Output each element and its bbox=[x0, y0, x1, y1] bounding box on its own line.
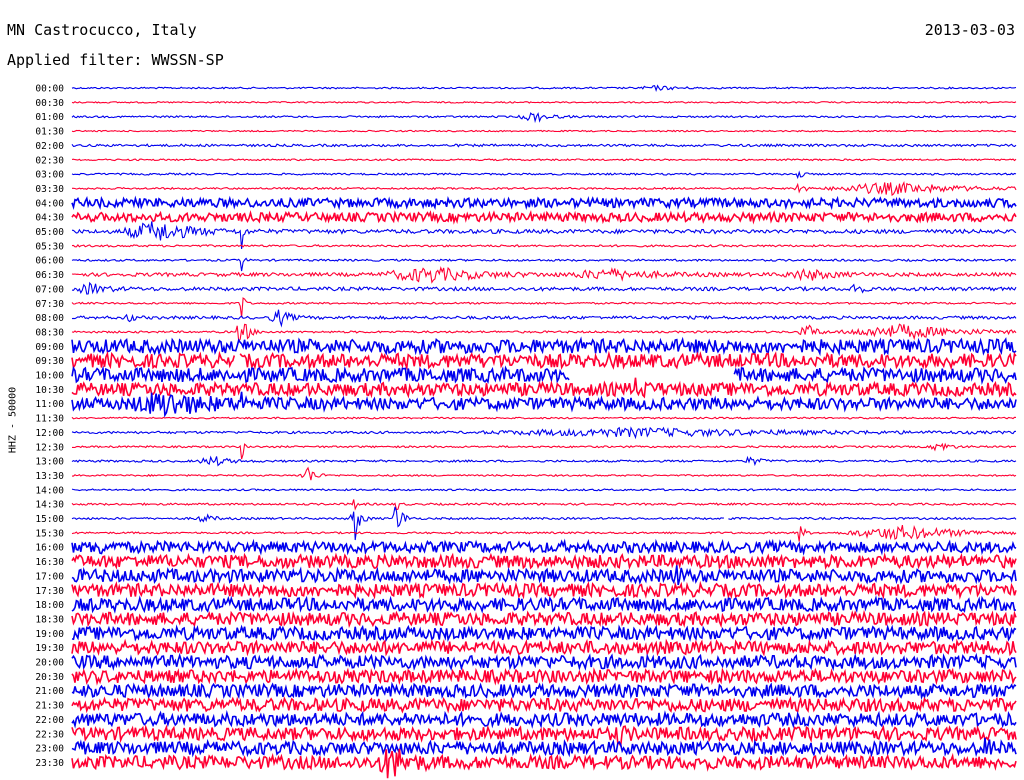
row-time-label: 11:30 bbox=[35, 414, 64, 425]
trace-row-0100 bbox=[71, 112, 1017, 124]
row-time-label: 14:30 bbox=[35, 500, 64, 511]
row-time-label: 14:00 bbox=[35, 485, 64, 496]
row-time-label: 23:00 bbox=[35, 744, 64, 755]
trace-row-1930 bbox=[71, 638, 1017, 657]
trace-row-0830 bbox=[71, 323, 1017, 343]
row-time-label: 12:30 bbox=[35, 442, 64, 453]
row-time-label: 03:30 bbox=[35, 184, 64, 195]
trace-row-1230 bbox=[72, 442, 1017, 460]
row-time-label: 19:30 bbox=[35, 643, 64, 654]
row-time-label: 01:30 bbox=[35, 127, 64, 138]
trace-row-0800 bbox=[71, 309, 1017, 328]
trace-row-0600 bbox=[71, 257, 1017, 272]
trace-row-2000 bbox=[71, 652, 1017, 672]
row-time-label: 23:30 bbox=[35, 758, 64, 769]
trace-row-0330 bbox=[72, 180, 1017, 197]
trace-row-1330 bbox=[72, 466, 1017, 481]
trace-row-1100 bbox=[71, 391, 1017, 418]
row-time-label: 09:30 bbox=[35, 356, 64, 367]
row-time-label: 07:30 bbox=[35, 299, 64, 310]
trace-row-1200 bbox=[71, 426, 1017, 440]
row-time-label: 08:00 bbox=[35, 313, 64, 324]
trace-row-0030 bbox=[71, 100, 1017, 104]
trace-row-2100 bbox=[71, 681, 1017, 700]
row-time-label: 11:00 bbox=[35, 399, 64, 410]
row-time-label: 00:30 bbox=[35, 98, 64, 109]
trace-row-1730 bbox=[71, 580, 1017, 600]
trace-row-0400 bbox=[71, 195, 1017, 211]
row-time-label: 15:30 bbox=[35, 528, 64, 539]
trace-row-0630 bbox=[71, 266, 1017, 284]
row-time-label: 05:30 bbox=[35, 241, 64, 252]
row-time-label: 07:00 bbox=[35, 284, 64, 295]
row-time-label: 20:30 bbox=[35, 672, 64, 683]
row-time-label: 15:00 bbox=[35, 514, 64, 525]
trace-row-2330 bbox=[71, 748, 1017, 779]
trace-row-0230 bbox=[71, 158, 1017, 162]
trace-row-0930 bbox=[71, 350, 1017, 371]
row-time-label: 01:00 bbox=[35, 112, 64, 123]
trace-row-1300 bbox=[71, 455, 1017, 467]
trace-row-1500 bbox=[71, 506, 1017, 541]
row-time-label: 18:00 bbox=[35, 600, 64, 611]
trace-row-1000 bbox=[71, 365, 1017, 385]
row-time-label: 04:30 bbox=[35, 213, 64, 224]
trace-row-1630 bbox=[71, 552, 1017, 571]
row-time-label: 06:00 bbox=[35, 256, 64, 267]
trace-row-1830 bbox=[71, 609, 1017, 629]
trace-row-1800 bbox=[71, 595, 1017, 614]
trace-row-0000 bbox=[71, 84, 1017, 92]
row-time-label: 03:00 bbox=[35, 170, 64, 181]
row-time-label: 09:00 bbox=[35, 342, 64, 353]
row-time-label: 21:00 bbox=[35, 686, 64, 697]
row-time-label: 22:30 bbox=[35, 729, 64, 740]
trace-row-0130 bbox=[71, 129, 1017, 133]
row-time-label: 16:30 bbox=[35, 557, 64, 568]
trace-row-1700 bbox=[71, 565, 1017, 586]
trace-row-1530 bbox=[71, 524, 1017, 542]
row-time-label: 21:30 bbox=[35, 701, 64, 712]
trace-row-0700 bbox=[71, 281, 1017, 295]
trace-row-1130 bbox=[71, 416, 1017, 420]
trace-row-2200 bbox=[71, 709, 1017, 729]
trace-row-2130 bbox=[71, 696, 1017, 714]
row-time-label: 18:30 bbox=[35, 614, 64, 625]
trace-row-0300 bbox=[71, 170, 1017, 180]
row-time-label: 10:30 bbox=[35, 385, 64, 396]
row-time-label: 08:30 bbox=[35, 327, 64, 338]
row-time-label: 19:00 bbox=[35, 629, 64, 640]
trace-row-0530 bbox=[71, 244, 1017, 248]
trace-row-0500 bbox=[71, 221, 1017, 249]
trace-row-1030 bbox=[71, 377, 1017, 399]
row-time-label: 20:00 bbox=[35, 658, 64, 669]
row-time-label: 16:00 bbox=[35, 543, 64, 554]
row-time-label: 13:30 bbox=[35, 471, 64, 482]
row-time-label: 02:00 bbox=[35, 141, 64, 152]
trace-row-0730 bbox=[71, 297, 1017, 318]
row-time-label: 05:00 bbox=[35, 227, 64, 238]
trace-row-1600 bbox=[71, 538, 1017, 556]
trace-row-0900 bbox=[71, 336, 1017, 357]
row-time-label: 12:00 bbox=[35, 428, 64, 439]
row-time-label: 02:30 bbox=[35, 155, 64, 166]
trace-row-0200 bbox=[71, 143, 1017, 148]
row-time-label: 10:00 bbox=[35, 371, 64, 382]
row-time-label: 04:00 bbox=[35, 198, 64, 209]
row-time-label: 22:00 bbox=[35, 715, 64, 726]
trace-row-2030 bbox=[71, 667, 1017, 686]
trace-row-2300 bbox=[71, 737, 1017, 758]
row-time-label: 13:00 bbox=[35, 457, 64, 468]
trace-row-1430 bbox=[71, 499, 1017, 511]
trace-row-0430 bbox=[71, 209, 1017, 225]
row-time-label: 17:00 bbox=[35, 571, 64, 582]
trace-row-1400 bbox=[71, 488, 1017, 492]
row-time-label: 17:30 bbox=[35, 586, 64, 597]
row-time-label: 06:30 bbox=[35, 270, 64, 281]
row-time-label: 00:00 bbox=[35, 84, 64, 95]
helicorder-plot: 00:00 00:30 01:00 01:30 02:00 02:30 03:00 03:30… bbox=[35, 84, 1017, 779]
trace-row-1900 bbox=[71, 624, 1017, 643]
